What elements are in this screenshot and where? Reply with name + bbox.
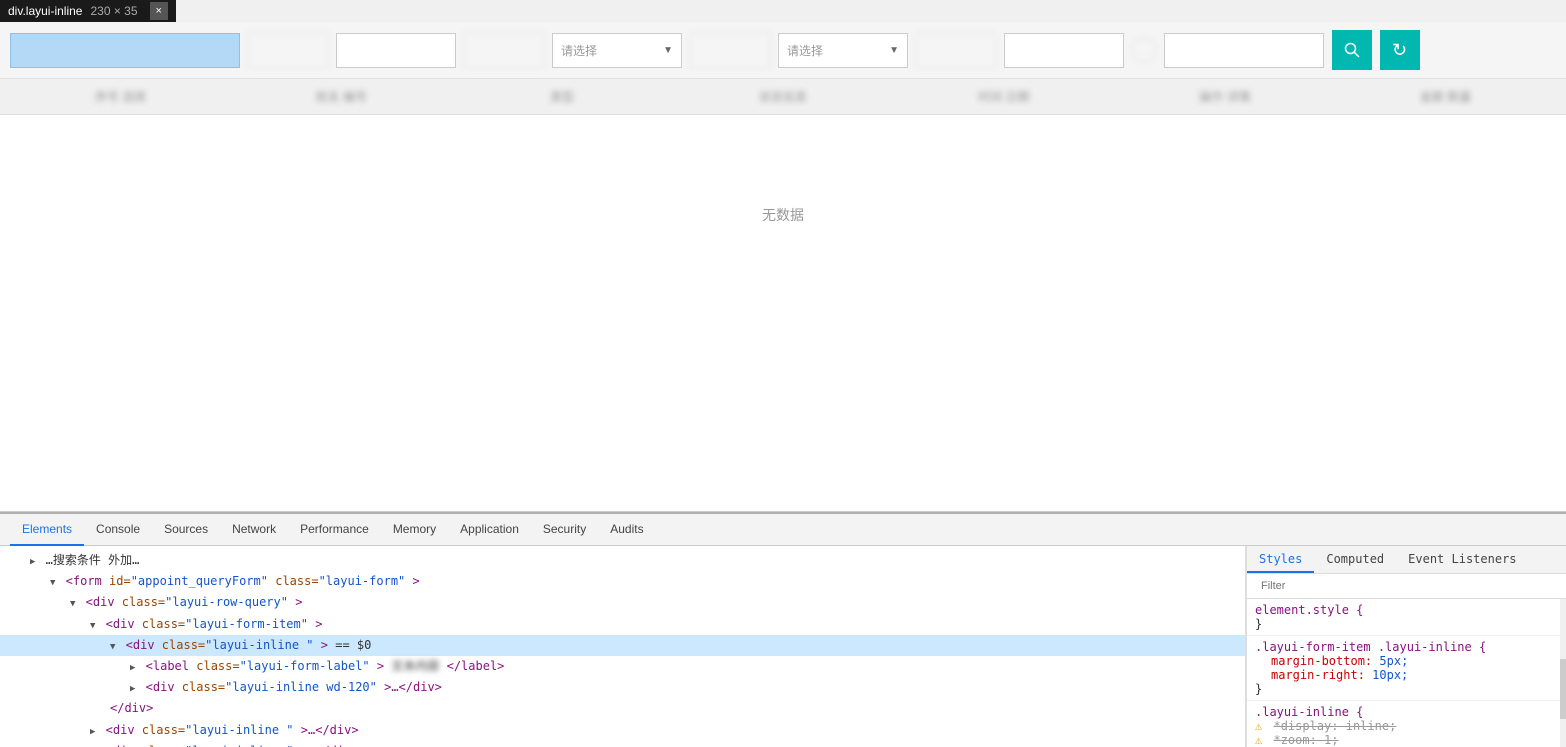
th-col-1: 序号 选择	[10, 88, 231, 105]
expand-icon: ▶	[30, 555, 35, 569]
dom-line-2[interactable]: ▼ <form id="appoint_queryForm" class="la…	[0, 571, 1245, 592]
styles-filter-input[interactable]	[1255, 578, 1558, 594]
highlighted-search-field	[10, 33, 240, 68]
no-data-text: 无数据	[762, 205, 804, 225]
dom-line-close-div[interactable]: </div>	[0, 698, 1245, 719]
no-data-message: 无数据	[0, 115, 1566, 315]
tab-application[interactable]: Application	[448, 514, 531, 546]
select1-arrow-icon: ▼	[663, 45, 673, 56]
dom-line-1[interactable]: ▶ …搜索条件 外加…	[0, 550, 1245, 571]
search-icon	[1344, 42, 1360, 58]
text-input-3[interactable]	[1164, 33, 1324, 68]
text-input-2[interactable]	[1004, 33, 1124, 68]
tab-sources[interactable]: Sources	[152, 514, 220, 546]
refresh-button[interactable]: ↺	[1380, 30, 1420, 70]
blurred-field-4	[916, 33, 996, 68]
expand-icon-2: ▼	[50, 576, 55, 590]
tab-network[interactable]: Network	[220, 514, 288, 546]
select-input-1[interactable]: 请选择 ▼	[552, 33, 682, 68]
style-tab-computed[interactable]: Computed	[1314, 546, 1396, 573]
select2-arrow-icon: ▼	[889, 45, 899, 56]
th-col-3: 类型	[452, 88, 673, 105]
css-rule-element-style: element.style { }	[1247, 599, 1566, 636]
select1-placeholder: 请选择	[561, 42, 597, 59]
expand-icon-6: ▶	[130, 661, 135, 675]
warning-icon-2: ⚠	[1255, 733, 1262, 747]
tooltip-dimensions: 230 × 35	[90, 4, 137, 18]
style-tab-styles[interactable]: Styles	[1247, 546, 1314, 573]
dom-line-inline-1[interactable]: ▶ <div class="layui-inline " >…</div>	[0, 720, 1245, 741]
tab-memory[interactable]: Memory	[381, 514, 448, 546]
text-input-1[interactable]	[336, 33, 456, 68]
dom-line-3[interactable]: ▼ <div class="layui-row-query" >	[0, 592, 1245, 613]
refresh-icon: ↺	[1392, 40, 1407, 61]
expand-icon-5: ▼	[110, 640, 115, 654]
browser-content-area: 请选择 ▼ 请选择 ▼ ↺ 序号 选择	[0, 22, 1566, 512]
tab-console[interactable]: Console	[84, 514, 152, 546]
first-search-input[interactable]	[19, 36, 189, 64]
warning-icon-1: ⚠	[1255, 719, 1262, 733]
dom-line-selected[interactable]: ▼ <div class="layui-inline " > == $0	[0, 635, 1245, 656]
scrollbar-thumb[interactable]	[1560, 659, 1566, 719]
th-col-5: 时间 日期	[893, 88, 1114, 105]
dom-line-4[interactable]: ▼ <div class="layui-form-item" >	[0, 614, 1245, 635]
tab-performance[interactable]: Performance	[288, 514, 381, 546]
dom-line-wd[interactable]: ▶ <div class="layui-inline wd-120" >…</d…	[0, 677, 1245, 698]
blurred-field-1	[248, 33, 328, 68]
th-col-7: 金额 数量	[1335, 88, 1556, 105]
element-tooltip: div.layui-inline 230 × 35 ×	[0, 0, 176, 22]
tab-elements[interactable]: Elements	[10, 514, 84, 546]
table-header: 序号 选择 姓名 编号 类型 状态信息 时间 日期 操作 详情 金额 数量	[0, 79, 1566, 115]
th-col-6: 操作 详情	[1114, 88, 1335, 105]
styles-filter-bar	[1247, 574, 1566, 599]
tab-security[interactable]: Security	[531, 514, 598, 546]
devtools-tabs-bar: Elements Console Sources Network Perform…	[0, 514, 1566, 546]
dom-panel[interactable]: ▶ …搜索条件 外加… ▼ <form id="appoint_queryFor…	[0, 546, 1246, 747]
css-rule-layui-inline: .layui-inline { ⚠ *display: inline; ⚠ *z…	[1247, 701, 1566, 747]
styles-tabs-bar: Styles Computed Event Listeners	[1247, 546, 1566, 574]
scrollbar-track[interactable]	[1560, 599, 1566, 747]
expand-icon-7: ▶	[130, 682, 135, 696]
tooltip-element-name: div.layui-inline	[8, 4, 82, 18]
search-button[interactable]	[1332, 30, 1372, 70]
style-tab-event-listeners[interactable]: Event Listeners	[1396, 546, 1528, 573]
blurred-field-2	[464, 33, 544, 68]
expand-icon-4: ▼	[90, 619, 95, 633]
dom-line-label[interactable]: ▶ <label class="layui-form-label" > 文本内容…	[0, 656, 1245, 677]
select2-placeholder: 请选择	[787, 42, 823, 59]
dom-line-inline-2[interactable]: ▶ <div class="layui-inline " >…</div>	[0, 741, 1245, 747]
tab-audits[interactable]: Audits	[598, 514, 655, 546]
tooltip-close-button[interactable]: ×	[150, 2, 168, 20]
css-rule-layui-form-item-inline: .layui-form-item .layui-inline { margin-…	[1247, 636, 1566, 701]
select-input-2[interactable]: 请选择 ▼	[778, 33, 908, 68]
blurred-field-3	[690, 33, 770, 68]
expand-icon-3: ▼	[70, 597, 75, 611]
devtools-content: ▶ …搜索条件 外加… ▼ <form id="appoint_queryFor…	[0, 546, 1566, 747]
th-col-2: 姓名 编号	[231, 88, 452, 105]
expand-icon-8: ▶	[90, 725, 95, 739]
styles-panel: Styles Computed Event Listeners element.…	[1246, 546, 1566, 747]
devtools-panel: Elements Console Sources Network Perform…	[0, 512, 1566, 747]
search-bar: 请选择 ▼ 请选择 ▼ ↺	[0, 22, 1566, 79]
th-col-4: 状态信息	[673, 88, 894, 105]
blurred-field-5	[1132, 38, 1156, 62]
